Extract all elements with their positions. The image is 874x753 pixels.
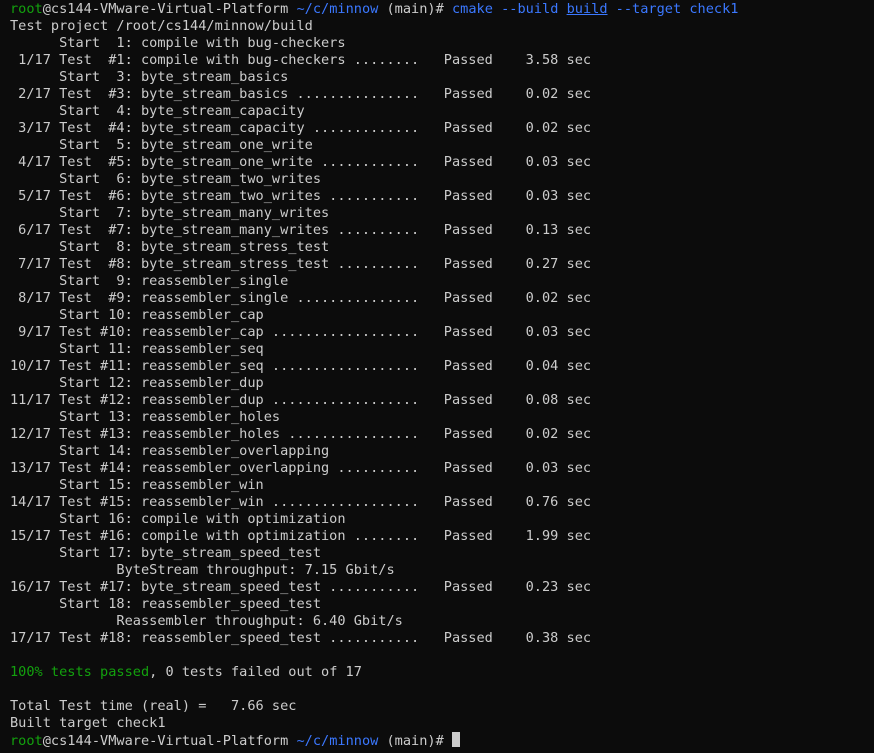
command-build-dir: build (566, 1, 608, 17)
output-line: Start 8: byte_stream_stress_test (10, 239, 330, 255)
prompt-line[interactable]: root@cs144-VMware-Virtual-Platform ~/c/m… (10, 732, 874, 749)
output-line: 11/17 Test #12: reassembler_dup ........… (10, 392, 592, 408)
prompt-branch: (main)# (378, 1, 452, 17)
prompt-user: root (10, 1, 43, 17)
output-line: Start 15: reassembler_win (10, 477, 264, 493)
summary-rest: , 0 tests failed out of 17 (149, 664, 362, 680)
output-line: 12/17 Test #13: reassembler_holes ......… (10, 426, 592, 442)
output-line: 15/17 Test #16: compile with optimizatio… (10, 528, 592, 544)
output-line: Start 9: reassembler_single (10, 273, 289, 289)
output-line: 14/17 Test #15: reassembler_win ........… (10, 494, 592, 510)
output-line: 13/17 Test #14: reassembler_overlapping … (10, 460, 592, 476)
output-line: Start 4: byte_stream_capacity (10, 103, 305, 119)
test-project-line: Test project /root/cs144/minnow/build (10, 18, 313, 34)
command-exe: cmake (451, 1, 493, 17)
prompt-host: @cs144-VMware-Virtual-Platform (42, 733, 289, 749)
summary-passed: 100% tests passed (10, 664, 150, 680)
command-flag-build: --build (492, 1, 567, 17)
output-line: 1/17 Test #1: compile with bug-checkers … (10, 52, 592, 68)
output-line: 7/17 Test #8: byte_stream_stress_test ..… (10, 256, 592, 272)
prompt-path: ~/c/minnow (296, 733, 379, 749)
test-output: Start 1: compile with bug-checkers 1/17 … (10, 35, 874, 647)
prompt-host: @cs144-VMware-Virtual-Platform (42, 1, 289, 17)
output-line: 17/17 Test #18: reassembler_speed_test .… (10, 630, 592, 646)
output-line: Start 10: reassembler_cap (10, 307, 264, 323)
output-line: 6/17 Test #7: byte_stream_many_writes ..… (10, 222, 592, 238)
output-line: Start 11: reassembler_seq (10, 341, 264, 357)
output-line: Start 6: byte_stream_two_writes (10, 171, 321, 187)
output-line: Start 7: byte_stream_many_writes (10, 205, 330, 221)
terminal-cursor[interactable] (451, 732, 460, 747)
output-line: Start 18: reassembler_speed_test (10, 596, 321, 612)
output-line: 5/17 Test #6: byte_stream_two_writes ...… (10, 188, 592, 204)
prompt-user: root (10, 733, 43, 749)
output-line: Start 14: reassembler_overlapping (10, 443, 330, 459)
output-line: 10/17 Test #11: reassembler_seq ........… (10, 358, 592, 374)
summary-line: 100% tests passed, 0 tests failed out of… (10, 664, 874, 681)
output-line: Reassembler throughput: 6.40 Gbit/s (10, 613, 403, 629)
output-line: Start 12: reassembler_dup (10, 375, 264, 391)
output-line: Start 17: byte_stream_speed_test (10, 545, 321, 561)
output-line: ByteStream throughput: 7.15 Gbit/s (10, 562, 395, 578)
output-line: 2/17 Test #3: byte_stream_basics .......… (10, 86, 592, 102)
built-target-line: Built target check1 (10, 715, 166, 731)
total-time-line: Total Test time (real) = 7.66 sec (10, 698, 297, 714)
command-flag-target: --target check1 (607, 1, 739, 17)
output-line: 8/17 Test #9: reassembler_single .......… (10, 290, 592, 306)
output-line: 3/17 Test #4: byte_stream_capacity .....… (10, 120, 592, 136)
prompt-path: ~/c/minnow (296, 1, 379, 17)
output-line: Start 5: byte_stream_one_write (10, 137, 313, 153)
terminal-window[interactable]: root@cs144-VMware-Virtual-Platform ~/c/m… (0, 0, 874, 753)
output-line: 9/17 Test #10: reassembler_cap .........… (10, 324, 592, 340)
prompt-line: root@cs144-VMware-Virtual-Platform ~/c/m… (10, 1, 874, 18)
output-line: Start 16: compile with optimization (10, 511, 346, 527)
prompt-branch: (main)# (378, 733, 452, 749)
output-line: Start 1: compile with bug-checkers (10, 35, 346, 51)
output-line: 16/17 Test #17: byte_stream_speed_test .… (10, 579, 592, 595)
output-line: Start 13: reassembler_holes (10, 409, 281, 425)
output-line: Start 3: byte_stream_basics (10, 69, 289, 85)
output-line: 4/17 Test #5: byte_stream_one_write ....… (10, 154, 592, 170)
